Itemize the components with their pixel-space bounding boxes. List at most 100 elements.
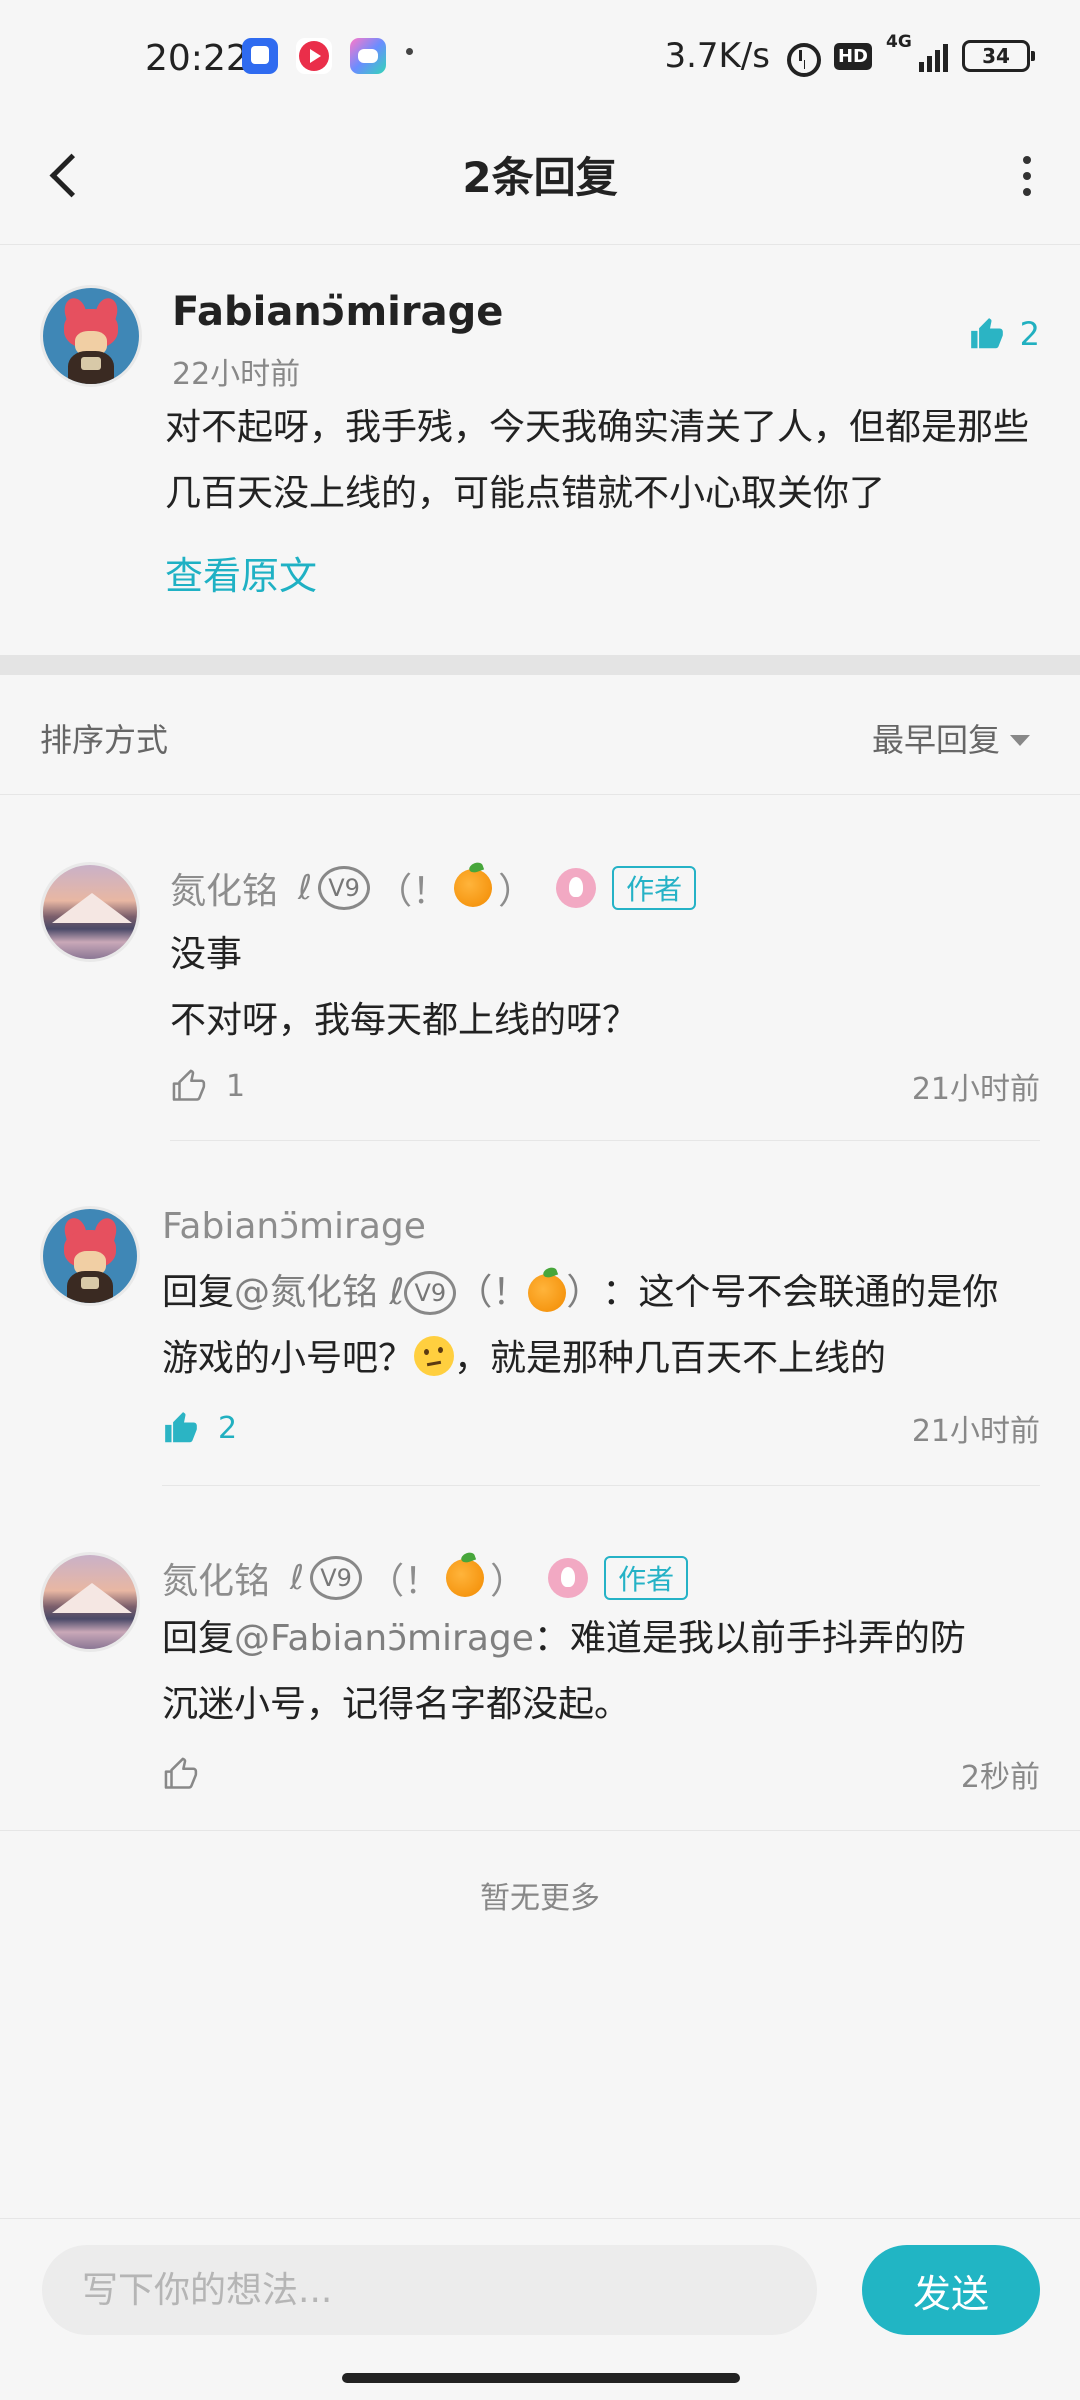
level-badge: V9 xyxy=(318,866,371,910)
comment-input[interactable] xyxy=(42,2245,817,2335)
reply-footer: 2秒前 xyxy=(162,1752,1040,1796)
orange-emoji-icon xyxy=(454,869,493,907)
orange-emoji-icon xyxy=(446,1559,485,1597)
reply-author[interactable]: Fabianↄ̈mirage xyxy=(162,1206,426,1247)
section-divider xyxy=(0,655,1080,675)
author-tag: 作者 xyxy=(604,1556,689,1600)
like-button[interactable]: 2 xyxy=(968,315,1040,353)
thumb-up-icon xyxy=(165,1412,197,1443)
reply-line: 不对呀，我每天都上线的呀？ xyxy=(170,1000,639,1041)
status-bar: 20:22 3.7K/s HD 4G 34 xyxy=(0,0,1080,120)
reply-text: 回复@Fabianↄ̈mirage：难道是我以前手抖弄的防 沉迷小号，记得名字都… xyxy=(162,1606,1042,1738)
status-time: 20:22 xyxy=(145,38,249,79)
alarm-icon xyxy=(784,38,821,77)
name-glyph: ℓ xyxy=(290,1558,305,1598)
pink-bunny-badge-icon xyxy=(548,1558,589,1598)
video-app-icon xyxy=(296,38,332,74)
battery-icon: 34 xyxy=(962,40,1035,72)
like-button[interactable] xyxy=(162,1755,200,1793)
name-paren-open: （！ xyxy=(368,1561,441,1602)
network-type: 4G xyxy=(886,32,912,52)
reply-prefix: 回复 xyxy=(162,1618,235,1659)
no-more-text: 暂无更多 xyxy=(480,1881,600,1916)
reply-time: 21小时前 xyxy=(911,1414,1040,1449)
main-comment: Fabianↄ̈mirage 22小时前 2 对不起呀，我手残，今天我确实清关了… xyxy=(0,245,1080,655)
app-notification-icon xyxy=(242,38,278,74)
name-paren-open: （！ xyxy=(376,871,449,912)
reply-author-line: 氮化铭 ℓ V9 （！ ） 作者 xyxy=(170,862,697,914)
author-tag: 作者 xyxy=(612,866,697,910)
home-indicator[interactable] xyxy=(342,2373,740,2383)
like-count: 2 xyxy=(218,1410,238,1446)
thumb-up-outline-icon xyxy=(172,1069,206,1101)
reply-line: 游戏的小号吧？ ，就是那种几百天不上线的 xyxy=(162,1326,1042,1392)
thinking-face-emoji-icon xyxy=(414,1336,455,1376)
reply-line2-after: ，就是那种几百天不上线的 xyxy=(454,1338,887,1379)
hd-icon: HD xyxy=(833,42,872,70)
sort-value: 最早回复 xyxy=(871,721,1000,759)
status-app-icons xyxy=(242,38,386,74)
more-vert-icon[interactable] xyxy=(1012,146,1042,206)
comment-time: 22小时前 xyxy=(172,357,301,392)
reply-item: 氮化铭 ℓ V9 （！ ） 作者 没事 不对呀，我每天都上线的呀？ 1 21小时… xyxy=(0,862,1080,1122)
avatar[interactable] xyxy=(40,1206,140,1306)
thumb-up-icon xyxy=(970,318,1003,349)
view-original-link[interactable]: 查看原文 xyxy=(165,545,317,600)
reply-author[interactable]: 氮化铭 xyxy=(170,862,278,914)
reply-item: Fabianↄ̈mirage 回复 @氮化铭 ℓ V9 （！ ） ：这个号不会联… xyxy=(0,1206,1080,1466)
avatar[interactable] xyxy=(40,862,140,962)
like-button[interactable]: 2 xyxy=(162,1409,237,1447)
thumb-up-outline-icon xyxy=(164,1757,198,1789)
reply-time: 2秒前 xyxy=(960,1760,1040,1795)
reply-time: 21小时前 xyxy=(911,1072,1040,1107)
reply-line: 回复@Fabianↄ̈mirage：难道是我以前手抖弄的防 xyxy=(162,1606,1042,1672)
divider xyxy=(170,1140,1040,1141)
reply-line: 沉迷小号，记得名字都没起。 xyxy=(162,1684,631,1725)
notification-dot-icon xyxy=(406,48,413,55)
network-speed: 3.7K/s xyxy=(664,36,770,76)
name-paren-close: ） xyxy=(498,871,535,912)
send-button[interactable]: 发送 xyxy=(862,2245,1040,2335)
reply-item: 氮化铭 ℓ V9 （！ ） 作者 回复@Fabianↄ̈mirage：难道是我以… xyxy=(0,1552,1080,1812)
reply-author[interactable]: 氮化铭 xyxy=(162,1552,270,1604)
signal-icon: 4G xyxy=(886,32,948,74)
comment-author[interactable]: Fabianↄ̈mirage xyxy=(172,289,503,335)
orange-emoji-icon xyxy=(528,1274,567,1312)
battery-level: 34 xyxy=(982,44,1010,68)
sort-bar: 排序方式 最早回复 xyxy=(0,675,1080,795)
level-badge: V9 xyxy=(310,1556,363,1600)
status-indicators: 3.7K/s HD 4G 34 xyxy=(664,32,1035,77)
top-app-bar: 2条回复 xyxy=(0,120,1080,245)
game-app-icon xyxy=(350,38,386,74)
like-count: 2 xyxy=(1019,315,1040,353)
reply-line: 回复 @氮化铭 ℓ V9 （！ ） ：这个号不会联通的是你 xyxy=(162,1260,1042,1326)
pink-bunny-badge-icon xyxy=(556,868,597,908)
divider xyxy=(162,1485,1040,1486)
name-glyph: ℓ xyxy=(298,868,313,908)
reply-text-after-mention: ：这个号不会联通的是你 xyxy=(602,1272,999,1313)
caret-down-icon xyxy=(1010,734,1030,746)
sort-label: 排序方式 xyxy=(40,721,169,759)
reply-author-line: Fabianↄ̈mirage xyxy=(162,1206,426,1247)
reply-footer: 1 21小时前 xyxy=(170,1064,1040,1108)
avatar[interactable] xyxy=(40,1552,140,1652)
comment-input-bar: 发送 xyxy=(0,2218,1080,2358)
mention-link[interactable]: @氮化铭 ℓ xyxy=(234,1260,404,1326)
mention-link[interactable]: @Fabianↄ̈mirage xyxy=(234,1618,534,1659)
reply-line2-before: 游戏的小号吧？ xyxy=(162,1338,415,1379)
comment-text: 对不起呀，我手残，今天我确实清关了人，但都是那些几百天没上线的，可能点错就不小心… xyxy=(165,407,1030,514)
mention-paren-open: （！ xyxy=(456,1272,529,1313)
like-count: 1 xyxy=(226,1068,246,1104)
reply-footer: 2 21小时前 xyxy=(162,1406,1040,1450)
reply-text: 没事 不对呀，我每天都上线的呀？ xyxy=(170,922,1050,1054)
reply-prefix: 回复 xyxy=(162,1272,235,1313)
level-badge: V9 xyxy=(404,1271,457,1315)
name-paren-close: ） xyxy=(490,1561,527,1602)
reply-text: 回复 @氮化铭 ℓ V9 （！ ） ：这个号不会联通的是你 游戏的小号吧？ ，就是… xyxy=(162,1260,1042,1392)
reply-author-line: 氮化铭 ℓ V9 （！ ） 作者 xyxy=(162,1552,689,1604)
like-button[interactable]: 1 xyxy=(170,1067,245,1105)
avatar[interactable] xyxy=(40,285,142,387)
mention-paren-close: ） xyxy=(566,1272,603,1313)
page-title: 2条回复 xyxy=(462,153,618,202)
sort-dropdown[interactable]: 最早回复 xyxy=(872,715,1030,761)
